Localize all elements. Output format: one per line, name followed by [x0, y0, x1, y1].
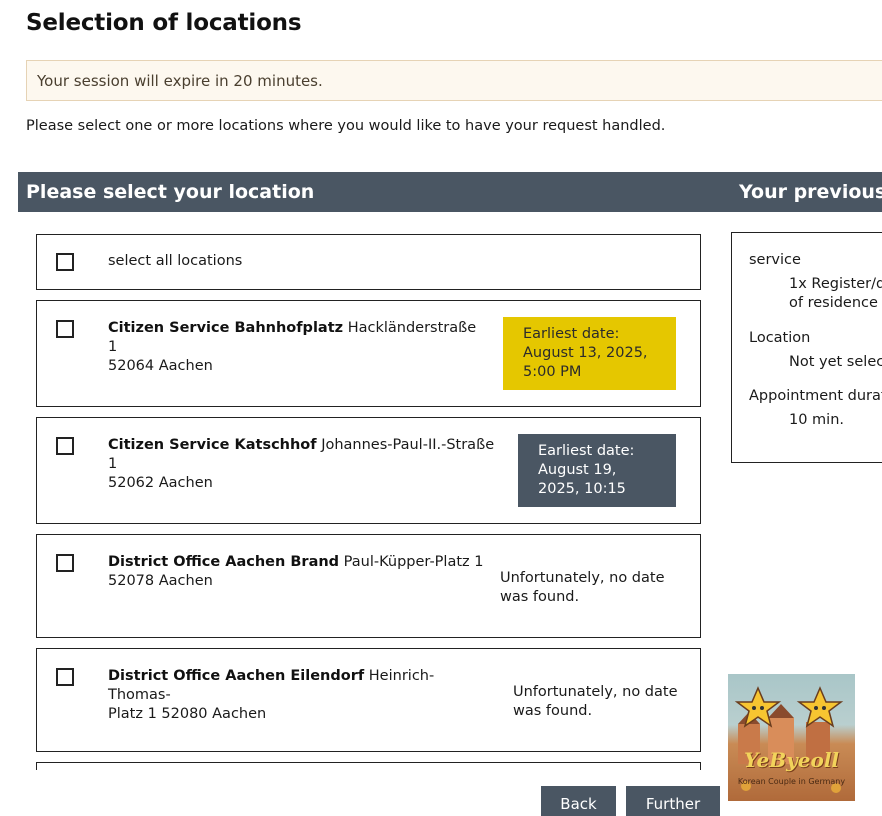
- no-date-line1: Unfortunately, no date: [513, 684, 678, 700]
- page-title: Selection of locations: [26, 10, 302, 36]
- location-address-line1: Paul-Küpper-Platz 1: [343, 554, 484, 570]
- location-card[interactable]: District Office Aachen Eilendorf Heinric…: [36, 648, 701, 752]
- service-label: service: [749, 252, 801, 268]
- section-title-location: Please select your location: [26, 181, 315, 203]
- earliest-date-label: Earliest date:: [523, 326, 620, 342]
- select-all-checkbox[interactable]: [56, 253, 74, 271]
- earliest-date-badge[interactable]: Earliest date: August 19, 2025, 10:15: [518, 434, 676, 507]
- earliest-date-badge[interactable]: Earliest date: August 13, 2025, 5:00 PM: [503, 317, 676, 390]
- service-value-line2: of residence: [789, 295, 878, 311]
- earliest-date-value: August 19,: [538, 462, 617, 478]
- location-card[interactable]: Citizen Service Bahnhofplatz Hackländers…: [36, 300, 701, 407]
- location-card[interactable]: District Office Aachen Brand Paul-Küpper…: [36, 534, 701, 638]
- duration-value: 10 min.: [789, 412, 845, 428]
- location-address-line2: Platz 1 52080 Aachen: [108, 706, 267, 722]
- location-checkbox[interactable]: [56, 320, 74, 338]
- location-name: Citizen Service Bahnhofplatz: [108, 320, 344, 336]
- select-all-row[interactable]: select all locations: [36, 234, 701, 290]
- location-name: Citizen Service Katschhof: [108, 437, 317, 453]
- session-expiry-notice: Your session will expire in 20 minutes.: [26, 60, 882, 101]
- location-info: District Office Aachen Eilendorf Heinric…: [108, 667, 488, 724]
- location-info: Citizen Service Katschhof Johannes-Paul-…: [108, 436, 503, 493]
- no-date-line2: was found.: [513, 703, 593, 719]
- earliest-date-time: 2025, 10:15: [538, 481, 626, 497]
- location-info: Citizen Service Bahnhofplatz Hackländers…: [108, 319, 488, 376]
- location-label: Location: [749, 330, 811, 346]
- earliest-date-time: 5:00 PM: [523, 364, 582, 380]
- location-card[interactable]: Citizen Service Katschhof Johannes-Paul-…: [36, 417, 701, 524]
- no-date-line2: was found.: [500, 589, 580, 605]
- duration-label: Appointment durat: [749, 388, 882, 404]
- logo-brand-text: YeByeoll: [743, 748, 840, 772]
- location-card-partial: [36, 762, 701, 770]
- select-all-label: select all locations: [108, 253, 243, 269]
- location-checkbox[interactable]: [56, 437, 74, 455]
- logo-tagline: Korean Couple in Germany: [737, 777, 846, 786]
- location-checkbox[interactable]: [56, 554, 74, 572]
- earliest-date-value: August 13, 2025,: [523, 345, 648, 361]
- section-header-bar: Please select your location Your previou…: [18, 172, 882, 212]
- no-date-line1: Unfortunately, no date: [500, 570, 665, 586]
- location-address-line2: 52064 Aachen: [108, 358, 213, 374]
- location-name: District Office Aachen Eilendorf: [108, 668, 365, 684]
- brand-logo: YeByeoll Korean Couple in Germany: [728, 674, 855, 801]
- location-address-line2: 52078 Aachen: [108, 573, 213, 589]
- location-name: District Office Aachen Brand: [108, 554, 340, 570]
- section-title-previous-info: Your previous in: [739, 181, 882, 203]
- location-value: Not yet select: [789, 354, 882, 370]
- instructions-text: Please select one or more locations wher…: [26, 118, 666, 134]
- location-info: District Office Aachen Brand Paul-Küpper…: [108, 553, 488, 591]
- location-checkbox[interactable]: [56, 668, 74, 686]
- location-address-line2: 52062 Aachen: [108, 475, 213, 491]
- earliest-date-label: Earliest date:: [538, 443, 635, 459]
- no-date-message: Unfortunately, no date was found.: [513, 683, 678, 721]
- no-date-message: Unfortunately, no date was found.: [500, 569, 665, 607]
- previous-info-panel: service 1x Register/d of residence Locat…: [731, 232, 882, 463]
- service-value-line1: 1x Register/d: [789, 276, 882, 292]
